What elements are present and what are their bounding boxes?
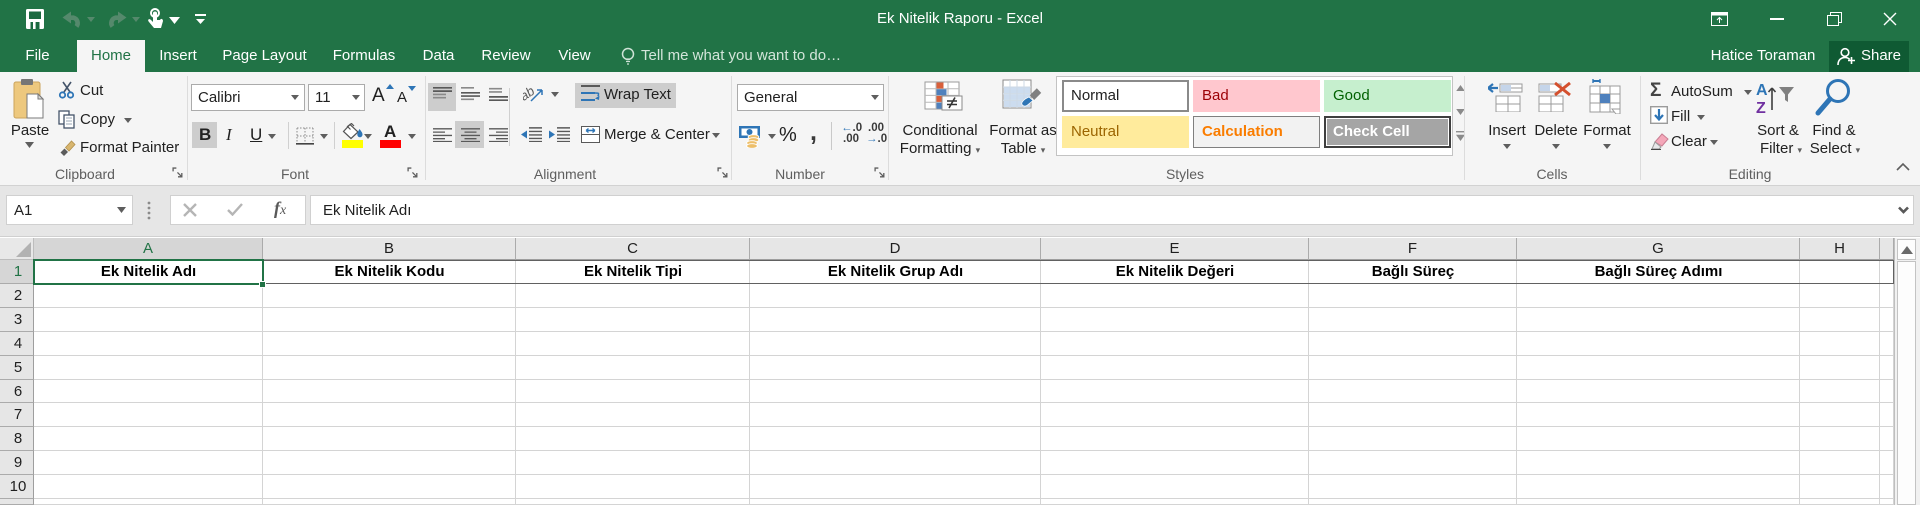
svg-text:A: A <box>1756 82 1768 99</box>
svg-text:Z: Z <box>1756 100 1766 117</box>
svg-text:ab: ab <box>523 85 537 103</box>
